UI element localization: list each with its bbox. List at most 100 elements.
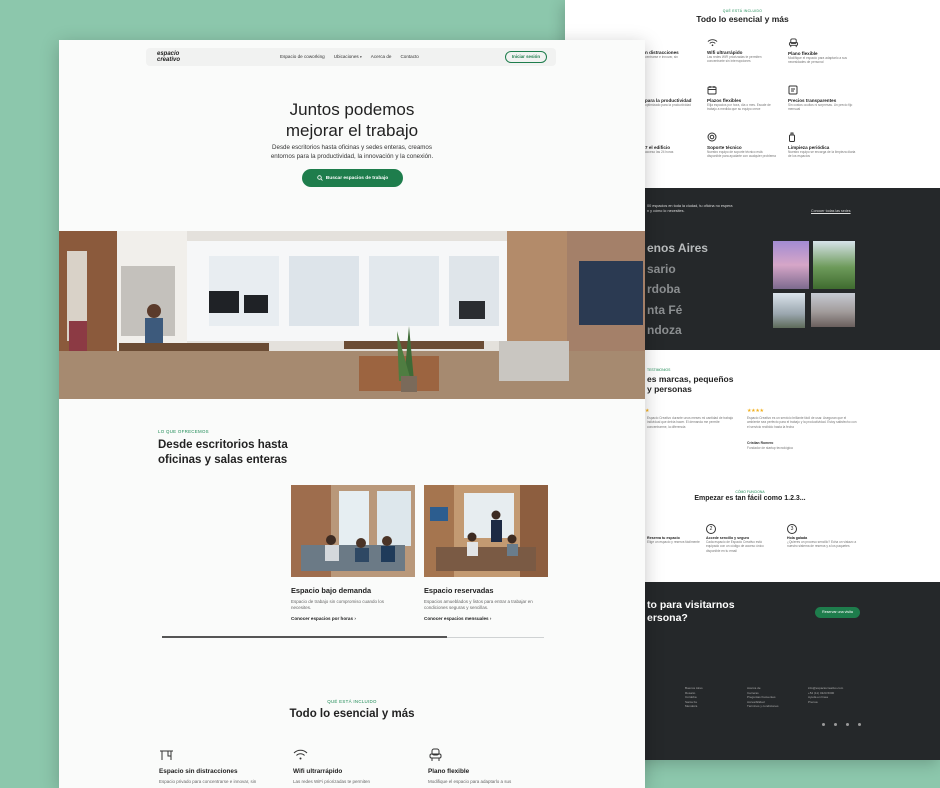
back-cta-title-line: to para visitarnos bbox=[647, 599, 735, 611]
lounge-illustration bbox=[291, 485, 415, 577]
support-icon bbox=[707, 132, 717, 142]
footer-company: Acerca de Carreras Preguntas frecuentes … bbox=[747, 686, 779, 709]
back-all-locations-link[interactable]: Conocer todas las sedes bbox=[811, 209, 851, 213]
cleaning-icon bbox=[789, 132, 795, 142]
nav-coworking[interactable]: Espacio de coworking bbox=[280, 54, 325, 59]
social-icon[interactable] bbox=[846, 723, 849, 726]
back-feature-desc: acceso las 24 horas bbox=[645, 150, 674, 154]
back-testimonials-title: es marcas, pequeños y personas bbox=[647, 374, 733, 394]
city-photo bbox=[773, 241, 809, 289]
nav-locations-label: Ubicaciones bbox=[333, 54, 359, 59]
chair-icon bbox=[429, 748, 442, 761]
back-testimonial-author: Cristian Romero bbox=[747, 441, 774, 445]
chevron-down-icon: ▾ bbox=[360, 55, 362, 59]
back-steps-title: Empezar es tan fácil como 1.2.3... bbox=[694, 495, 806, 502]
back-locations-intro-line: n y cómo lo necesites. bbox=[647, 209, 685, 213]
social-icon[interactable] bbox=[858, 723, 861, 726]
login-button[interactable]: Iniciar sesión bbox=[505, 51, 547, 63]
city-photo bbox=[811, 293, 855, 327]
price-icon bbox=[788, 85, 798, 95]
back-feature-5: Plazos flexibles Elija espacios por hora… bbox=[707, 85, 777, 112]
back-feature-desc: optimizado para la productividad bbox=[645, 103, 691, 107]
carousel-scrollbar-thumb[interactable] bbox=[162, 636, 447, 638]
back-testimonial-role: Fundador de startup tecnológica bbox=[747, 446, 793, 450]
hero-title-line: mejorar el trabajo bbox=[285, 121, 419, 140]
wifi-icon bbox=[293, 749, 308, 760]
offer-card-on-demand[interactable]: Espacio bajo demanda Espacio de trabajo … bbox=[291, 485, 415, 621]
step-number-icon: 2 bbox=[706, 524, 716, 534]
back-feature-desc: Modifique el espacio para adaptarlo a su… bbox=[788, 56, 848, 65]
feature-no-distractions: Espacio sin distracciones Espacio privad… bbox=[159, 748, 279, 784]
main-nav: Espacio de coworking Ubicaciones ▾ Acerc… bbox=[280, 54, 419, 59]
back-step-desc: ¿Quieres un proceso sencillo? Echa un vi… bbox=[787, 540, 857, 549]
back-step-3: 3 Hola galada ¿Quieres un proceso sencil… bbox=[787, 524, 859, 549]
nav-locations[interactable]: Ubicaciones ▾ bbox=[334, 54, 362, 59]
city-item[interactable]: ndoza bbox=[647, 320, 708, 341]
card-photo bbox=[424, 485, 548, 577]
social-icon[interactable] bbox=[834, 723, 837, 726]
nav-contact[interactable]: Contacto bbox=[400, 54, 418, 59]
footer-cities: Buenos Aires Rosario Córdoba Santa Fe Me… bbox=[685, 686, 703, 709]
back-feature-desc: Sin costos ocultos ni sorpresas. Un prec… bbox=[788, 103, 853, 112]
back-feature-desc: Elija espacios por hora, día o mes. Esca… bbox=[707, 103, 771, 112]
back-included-title: Todo lo esencial y más bbox=[696, 14, 789, 24]
back-feature-desc: Nuestro equipo de soporte técnico está d… bbox=[707, 150, 776, 159]
feature-flexible-plan: Plano flexible Modifique el espacio para… bbox=[428, 748, 548, 784]
chair-icon bbox=[788, 38, 799, 48]
hero-subtitle-line: Desde escritorios hasta oficinas y sedes… bbox=[272, 144, 432, 151]
wifi-icon bbox=[707, 39, 718, 47]
search-icon bbox=[317, 175, 323, 181]
city-item[interactable]: rdoba bbox=[647, 279, 708, 300]
back-cta-title-line: ersona? bbox=[647, 611, 688, 624]
back-step-desc: Elige un espacio y reserva fácilmente bbox=[647, 540, 700, 544]
main-page-preview: espacio creativo Espacio de coworking Ub… bbox=[59, 40, 645, 788]
footer-link[interactable]: Buenos Aires bbox=[685, 686, 703, 691]
feature-wifi: Wifi ultrarrápido Las redes WiFi prioriz… bbox=[293, 748, 413, 784]
hourly-spaces-link-label: Conocer espacios por horas bbox=[291, 616, 354, 621]
back-step-2: 2 Accede sencillo y seguro Cada espacio … bbox=[706, 524, 768, 553]
meeting-room-illustration bbox=[424, 485, 548, 577]
footer-contact: info@espaciocreativo.com +54 (11) 4323-5… bbox=[808, 686, 843, 704]
back-step-desc: Cada espacio de Espacio Creativo está eq… bbox=[706, 540, 764, 553]
feature-desc: Las redes WiFi priorizadas te permiten bbox=[293, 779, 371, 784]
logo[interactable]: espacio creativo bbox=[157, 51, 191, 63]
offer-title-line: oficinas y salas enteras bbox=[158, 453, 288, 466]
monthly-spaces-link[interactable]: Conocer espacios mensuales › bbox=[424, 616, 548, 621]
hero-subtitle: Desde escritorios hasta oficinas y sedes… bbox=[59, 144, 645, 161]
desk-icon bbox=[160, 750, 173, 760]
footer-link[interactable]: Términos y condiciones bbox=[747, 704, 779, 709]
footer-link[interactable]: Prensa bbox=[808, 700, 843, 705]
back-testimonials-title-line: y personas bbox=[647, 384, 692, 394]
rating-stars: ★ bbox=[645, 408, 650, 414]
nav-about[interactable]: Acerca de bbox=[371, 54, 392, 59]
card-title: Espacio reservadas bbox=[424, 586, 494, 595]
arrow-right-icon: › bbox=[489, 616, 492, 621]
back-feature-desc: Nuestro equipo se encarga de la limpieza… bbox=[788, 150, 856, 159]
hero-title: Juntos podemos mejorar el trabajo bbox=[59, 99, 645, 141]
city-photo bbox=[773, 293, 805, 328]
back-locations-intro: 00 espacios en toda la ciudad, tu oficin… bbox=[647, 204, 733, 214]
social-icon[interactable] bbox=[822, 723, 825, 726]
hourly-spaces-link[interactable]: Conocer espacios por horas › bbox=[291, 616, 415, 621]
card-desc-line: necesites. bbox=[291, 605, 312, 610]
offer-card-reserved[interactable]: Espacio reservadas Espacios amueblados y… bbox=[424, 485, 548, 621]
back-testimonials-title-line: es marcas, pequeños bbox=[647, 374, 734, 384]
offer-title: Desde escritorios hasta oficinas y salas… bbox=[158, 438, 288, 467]
feature-desc: Modifique el espacio para adaptarlo a su… bbox=[428, 779, 512, 784]
hero-subtitle-line: entornos para la productividad, la innov… bbox=[270, 152, 434, 160]
card-desc-line: condiciones seguras y sencillas. bbox=[424, 605, 489, 610]
footer-link[interactable]: info@espaciocreativo.com bbox=[808, 686, 843, 691]
included-eyebrow: QUÉ ESTÁ INCLUIDO bbox=[327, 699, 377, 704]
feature-desc: Espacio privado para concentrarse e inno… bbox=[159, 779, 257, 784]
city-item[interactable]: nta Fé bbox=[647, 300, 708, 321]
calendar-icon bbox=[707, 86, 717, 95]
offer-eyebrow: LO QUE OFRECEMOS bbox=[158, 429, 209, 434]
footer-link[interactable]: Mendoza bbox=[685, 704, 703, 709]
city-item[interactable]: sario bbox=[647, 259, 708, 280]
city-item[interactable]: enos Aires bbox=[647, 238, 708, 259]
card-desc: Espacios amueblados y listos para entrar… bbox=[424, 599, 548, 611]
book-visit-button[interactable]: Reservar una visita bbox=[815, 607, 860, 618]
back-steps-eyebrow: CÓMO FUNCIONA bbox=[735, 490, 765, 494]
search-spaces-button[interactable]: Buscar espacios de trabajo bbox=[302, 169, 403, 187]
back-city-list: enos Aires sario rdoba nta Fé ndoza bbox=[647, 238, 708, 341]
